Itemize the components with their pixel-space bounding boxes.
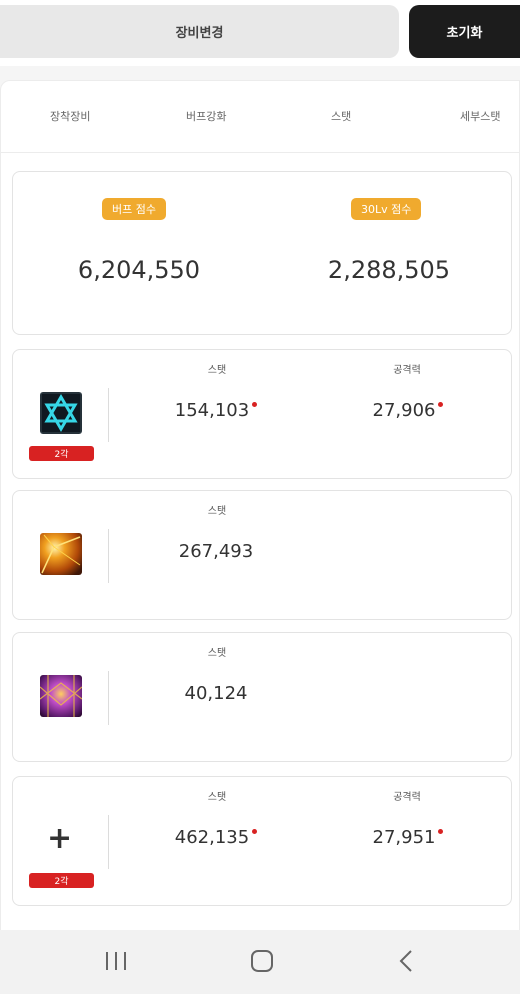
stat-label: 스탯 — [207, 506, 227, 517]
attack-label: 공격력 — [393, 365, 421, 376]
reset-button[interactable]: 초기화 — [409, 5, 520, 58]
change-equipment-button[interactable]: 장비변경 — [0, 5, 399, 58]
system-nav-bar — [0, 930, 520, 994]
lv30-score-value: 2,288,505 — [327, 256, 451, 284]
stat-value-text: 154,103 — [174, 400, 250, 421]
attack-value: 27,951 — [348, 827, 468, 848]
item-card[interactable]: 스탯 267,493 — [12, 490, 512, 620]
item-card[interactable]: 2각 스탯 공격력 154,103 27,906 — [12, 349, 512, 479]
plus-icon[interactable]: + — [47, 821, 72, 856]
tab-bar: 장착장비 버프강화 스탯 세부스탯 — [1, 81, 519, 153]
purple-lattice-skill-icon — [40, 675, 82, 717]
attack-value-text: 27,951 — [372, 827, 436, 848]
tab-buff-enhance[interactable]: 버프강화 — [186, 108, 226, 124]
tier-badge: 2각 — [29, 873, 94, 888]
divider — [108, 815, 109, 869]
change-dot-icon — [252, 402, 258, 407]
stat-label: 스탯 — [207, 792, 227, 803]
divider — [108, 671, 109, 725]
tab-detailed-stats[interactable]: 세부스탯 — [460, 108, 500, 124]
stat-value: 462,135 — [156, 827, 276, 848]
attack-value: 27,906 — [348, 400, 468, 421]
lv30-score-badge: 30Lv 점수 — [351, 198, 422, 220]
buff-score-value: 6,204,550 — [77, 256, 201, 284]
stat-label: 스탯 — [207, 365, 227, 376]
item-card[interactable]: + 2각 스탯 공격력 462,135 27,951 — [12, 776, 512, 906]
home-icon[interactable] — [249, 948, 275, 974]
change-dot-icon — [438, 829, 444, 834]
tab-stats[interactable]: 스탯 — [331, 108, 351, 124]
change-dot-icon — [252, 829, 258, 834]
attack-label: 공격력 — [393, 792, 421, 803]
recent-apps-icon[interactable] — [104, 948, 128, 974]
tier-badge: 2각 — [29, 446, 94, 461]
score-card: 버프 점수 30Lv 점수 6,204,550 2,288,505 — [12, 171, 512, 335]
top-bar: 장비변경 초기화 — [0, 0, 520, 66]
divider — [108, 388, 109, 442]
back-icon[interactable] — [396, 948, 416, 974]
item-card[interactable]: 스탯 40,124 — [12, 632, 512, 762]
buff-score-badge: 버프 점수 — [102, 198, 166, 220]
divider — [108, 529, 109, 583]
stat-value: 40,124 — [184, 683, 248, 704]
golden-light-skill-icon — [40, 533, 82, 575]
attack-value-text: 27,906 — [372, 400, 436, 421]
hexagram-skill-icon — [40, 392, 82, 434]
stat-value: 267,493 — [178, 541, 254, 562]
change-dot-icon — [438, 402, 444, 407]
stat-label: 스탯 — [207, 648, 227, 659]
stat-value-text: 462,135 — [174, 827, 250, 848]
stat-value: 154,103 — [156, 400, 276, 421]
main-panel: 장착장비 버프강화 스탯 세부스탯 버프 점수 30Lv 점수 6,204,55… — [0, 80, 520, 940]
tab-equipped-gear[interactable]: 장착장비 — [50, 108, 90, 124]
